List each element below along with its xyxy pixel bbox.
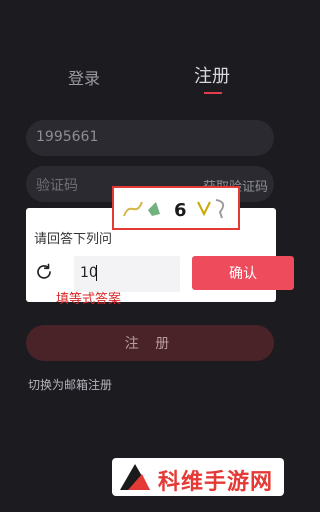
captcha-dialog: 请回答下列问 6 10 确认 填等式答案 <box>26 186 294 307</box>
watermark-text: 科维手游网 <box>158 470 274 495</box>
tab-register[interactable]: 注册 <box>194 62 230 88</box>
logo-icon <box>120 464 150 490</box>
phone-field[interactable]: 1995661 <box>26 120 274 156</box>
captcha-highlight-box: 6 <box>112 186 240 230</box>
site-watermark: 科维手游网 <box>112 458 284 496</box>
text-caret <box>96 265 97 281</box>
captcha-prompt: 请回答下列问 <box>34 232 113 247</box>
phone-value: 1995661 <box>36 129 99 145</box>
captcha-answer-input[interactable]: 10 <box>74 256 180 292</box>
captcha-char: 6 <box>174 200 187 221</box>
refresh-icon <box>37 263 51 279</box>
auth-tabs: 登录 注册 <box>0 62 300 102</box>
verification-code-placeholder: 验证码 <box>36 178 78 194</box>
refresh-captcha-button[interactable] <box>34 262 54 282</box>
register-button[interactable]: 注 册 <box>26 325 274 361</box>
confirm-button[interactable]: 确认 <box>192 256 294 290</box>
active-tab-indicator <box>204 92 222 94</box>
captcha-image: 6 <box>118 192 234 224</box>
switch-to-email-link[interactable]: 切换为邮箱注册 <box>28 376 112 393</box>
tab-login[interactable]: 登录 <box>68 65 100 89</box>
captcha-annotation: 填等式答案 <box>56 292 122 307</box>
